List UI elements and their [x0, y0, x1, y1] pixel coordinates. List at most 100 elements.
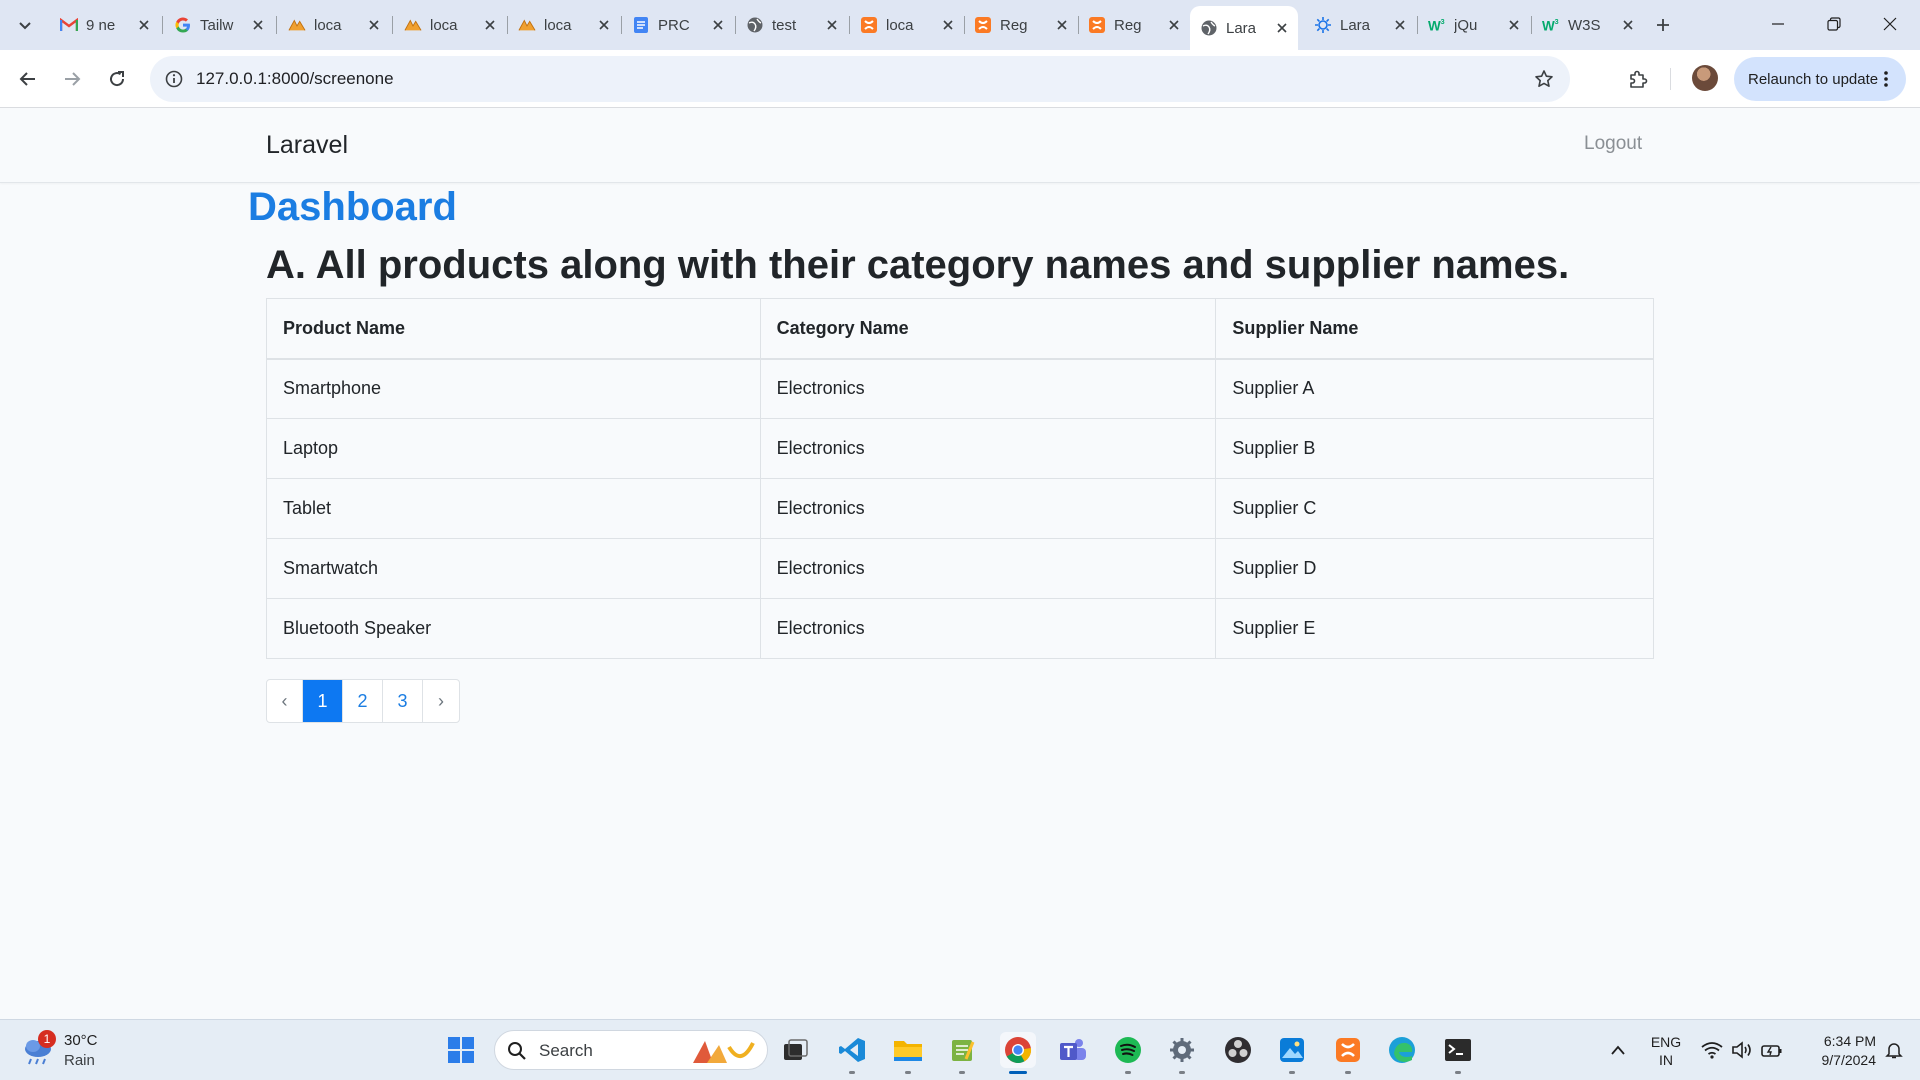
- table-row: Tablet Electronics Supplier C: [266, 478, 1654, 539]
- close-icon[interactable]: [136, 17, 152, 33]
- close-icon[interactable]: [824, 17, 840, 33]
- tab-title: W3S: [1568, 16, 1601, 34]
- notepad-taskbar-button[interactable]: [944, 1032, 980, 1074]
- obs-taskbar-button[interactable]: [1220, 1032, 1256, 1068]
- puzzle-icon: [1630, 70, 1648, 88]
- more-vertical-icon[interactable]: [1876, 69, 1896, 89]
- close-icon[interactable]: [1054, 17, 1070, 33]
- running-indicator: [1179, 1071, 1185, 1074]
- close-icon[interactable]: [250, 17, 266, 33]
- teams-icon: [1060, 1039, 1086, 1060]
- close-icon[interactable]: [1506, 17, 1522, 33]
- tab-xampp-reg-1[interactable]: Reg: [964, 8, 1078, 42]
- running-indicator: [1455, 1071, 1461, 1074]
- weather-widget[interactable]: 1 30°C Rain: [22, 1030, 182, 1072]
- restore-button[interactable]: [1806, 0, 1862, 48]
- pagination: ‹ 1 2 3 ›: [266, 679, 460, 723]
- supplier-name-cell: Supplier A: [1215, 358, 1654, 419]
- close-window-button[interactable]: [1862, 0, 1918, 48]
- pagination-page-1[interactable]: 1: [303, 680, 343, 722]
- edge-taskbar-button[interactable]: [1384, 1032, 1420, 1068]
- tab-jquery[interactable]: W3 jQu: [1418, 8, 1530, 42]
- pagination-page-3[interactable]: 3: [383, 680, 423, 722]
- supplier-name-cell: Supplier D: [1215, 538, 1654, 599]
- close-icon[interactable]: [1620, 17, 1636, 33]
- forward-button[interactable]: [56, 63, 88, 95]
- extensions-button[interactable]: [1622, 63, 1654, 95]
- terminal-taskbar-button[interactable]: [1440, 1032, 1476, 1074]
- close-icon[interactable]: [1166, 17, 1182, 33]
- phpmyadmin-icon: [518, 16, 536, 34]
- product-name-header: Product Name: [266, 298, 761, 360]
- reload-icon: [110, 71, 125, 87]
- teams-taskbar-button[interactable]: [1054, 1032, 1090, 1068]
- task-view-button[interactable]: [778, 1032, 814, 1068]
- close-icon[interactable]: [940, 17, 956, 33]
- notification-badge: 1: [38, 1030, 56, 1048]
- start-button[interactable]: [443, 1032, 479, 1068]
- logout-link[interactable]: Logout: [1584, 133, 1642, 155]
- category-name-cell: Electronics: [759, 478, 1217, 539]
- phpmyadmin-icon: [404, 16, 422, 34]
- profile-avatar[interactable]: [1692, 65, 1718, 91]
- tab-gmail[interactable]: 9 ne: [50, 8, 160, 42]
- running-indicator: [1289, 1071, 1295, 1074]
- back-button[interactable]: [12, 63, 44, 95]
- tab-title: Lara: [1226, 19, 1257, 37]
- tab-test[interactable]: test: [736, 8, 848, 42]
- close-icon[interactable]: [1274, 20, 1290, 36]
- pagination-page-2[interactable]: 2: [343, 680, 383, 722]
- taskbar-search[interactable]: Search: [494, 1030, 768, 1070]
- notification-bell-icon: [1885, 1043, 1903, 1059]
- close-icon[interactable]: [596, 17, 612, 33]
- tab-phpmyadmin-2[interactable]: loca: [394, 8, 506, 42]
- relaunch-to-update-button[interactable]: Relaunch to update: [1734, 57, 1906, 101]
- system-clock[interactable]: 6:34 PM 9/7/2024: [1796, 1032, 1877, 1070]
- navbar-brand[interactable]: Laravel: [266, 131, 348, 160]
- table-row: Bluetooth Speaker Electronics Supplier E: [266, 598, 1654, 659]
- search-icon: [508, 1042, 526, 1060]
- tab-laravel-active[interactable]: Lara: [1190, 6, 1298, 50]
- reload-button[interactable]: [101, 63, 133, 95]
- section-title: A. All products along with their categor…: [266, 243, 1570, 287]
- close-icon[interactable]: [482, 17, 498, 33]
- tab-docs[interactable]: PRC: [622, 8, 734, 42]
- tab-laravel-2[interactable]: Lara: [1304, 8, 1416, 42]
- file-explorer-taskbar-button[interactable]: [890, 1032, 926, 1074]
- battery-status[interactable]: [1754, 1032, 1790, 1068]
- spotify-icon: [1115, 1037, 1141, 1063]
- show-hidden-icons-button[interactable]: [1600, 1032, 1636, 1068]
- tab-xampp-reg-2[interactable]: Reg: [1078, 8, 1190, 42]
- close-icon[interactable]: [1392, 17, 1408, 33]
- tab-search-button[interactable]: [10, 10, 40, 40]
- docs-icon: [632, 16, 650, 34]
- photos-taskbar-button[interactable]: [1274, 1032, 1310, 1074]
- tab-phpmyadmin-1[interactable]: loca: [278, 8, 390, 42]
- minimize-button[interactable]: [1750, 0, 1806, 48]
- tab-w3schools[interactable]: W3 W3S: [1532, 8, 1644, 42]
- tab-google[interactable]: Tailw: [164, 8, 274, 42]
- language-indicator[interactable]: ENG IN: [1648, 1033, 1684, 1069]
- tab-xampp-local[interactable]: loca: [850, 8, 964, 42]
- close-icon[interactable]: [710, 17, 726, 33]
- vscode-icon: [839, 1038, 865, 1062]
- address-bar[interactable]: 127.0.0.1:8000/screenone: [150, 56, 1570, 102]
- tab-phpmyadmin-3[interactable]: loca: [508, 8, 620, 42]
- pagination-next[interactable]: ›: [423, 680, 459, 722]
- close-icon: [1883, 17, 1897, 31]
- pagination-previous[interactable]: ‹: [267, 680, 303, 722]
- products-table: Product Name Category Name Supplier Name…: [266, 298, 1654, 659]
- close-icon[interactable]: [366, 17, 382, 33]
- running-indicator: [959, 1071, 965, 1074]
- vscode-taskbar-button[interactable]: [834, 1032, 870, 1074]
- xampp-taskbar-button[interactable]: [1330, 1032, 1366, 1074]
- site-info-icon[interactable]: [162, 67, 186, 91]
- chrome-taskbar-button[interactable]: [1000, 1032, 1036, 1074]
- spotify-taskbar-button[interactable]: [1110, 1032, 1146, 1074]
- bookmark-star-icon[interactable]: [1532, 67, 1556, 91]
- product-name-cell: Laptop: [266, 418, 761, 479]
- notifications-button[interactable]: [1876, 1032, 1912, 1068]
- new-tab-button[interactable]: [1650, 12, 1676, 38]
- settings-taskbar-button[interactable]: [1164, 1032, 1200, 1074]
- url-text[interactable]: 127.0.0.1:8000/screenone: [196, 69, 394, 89]
